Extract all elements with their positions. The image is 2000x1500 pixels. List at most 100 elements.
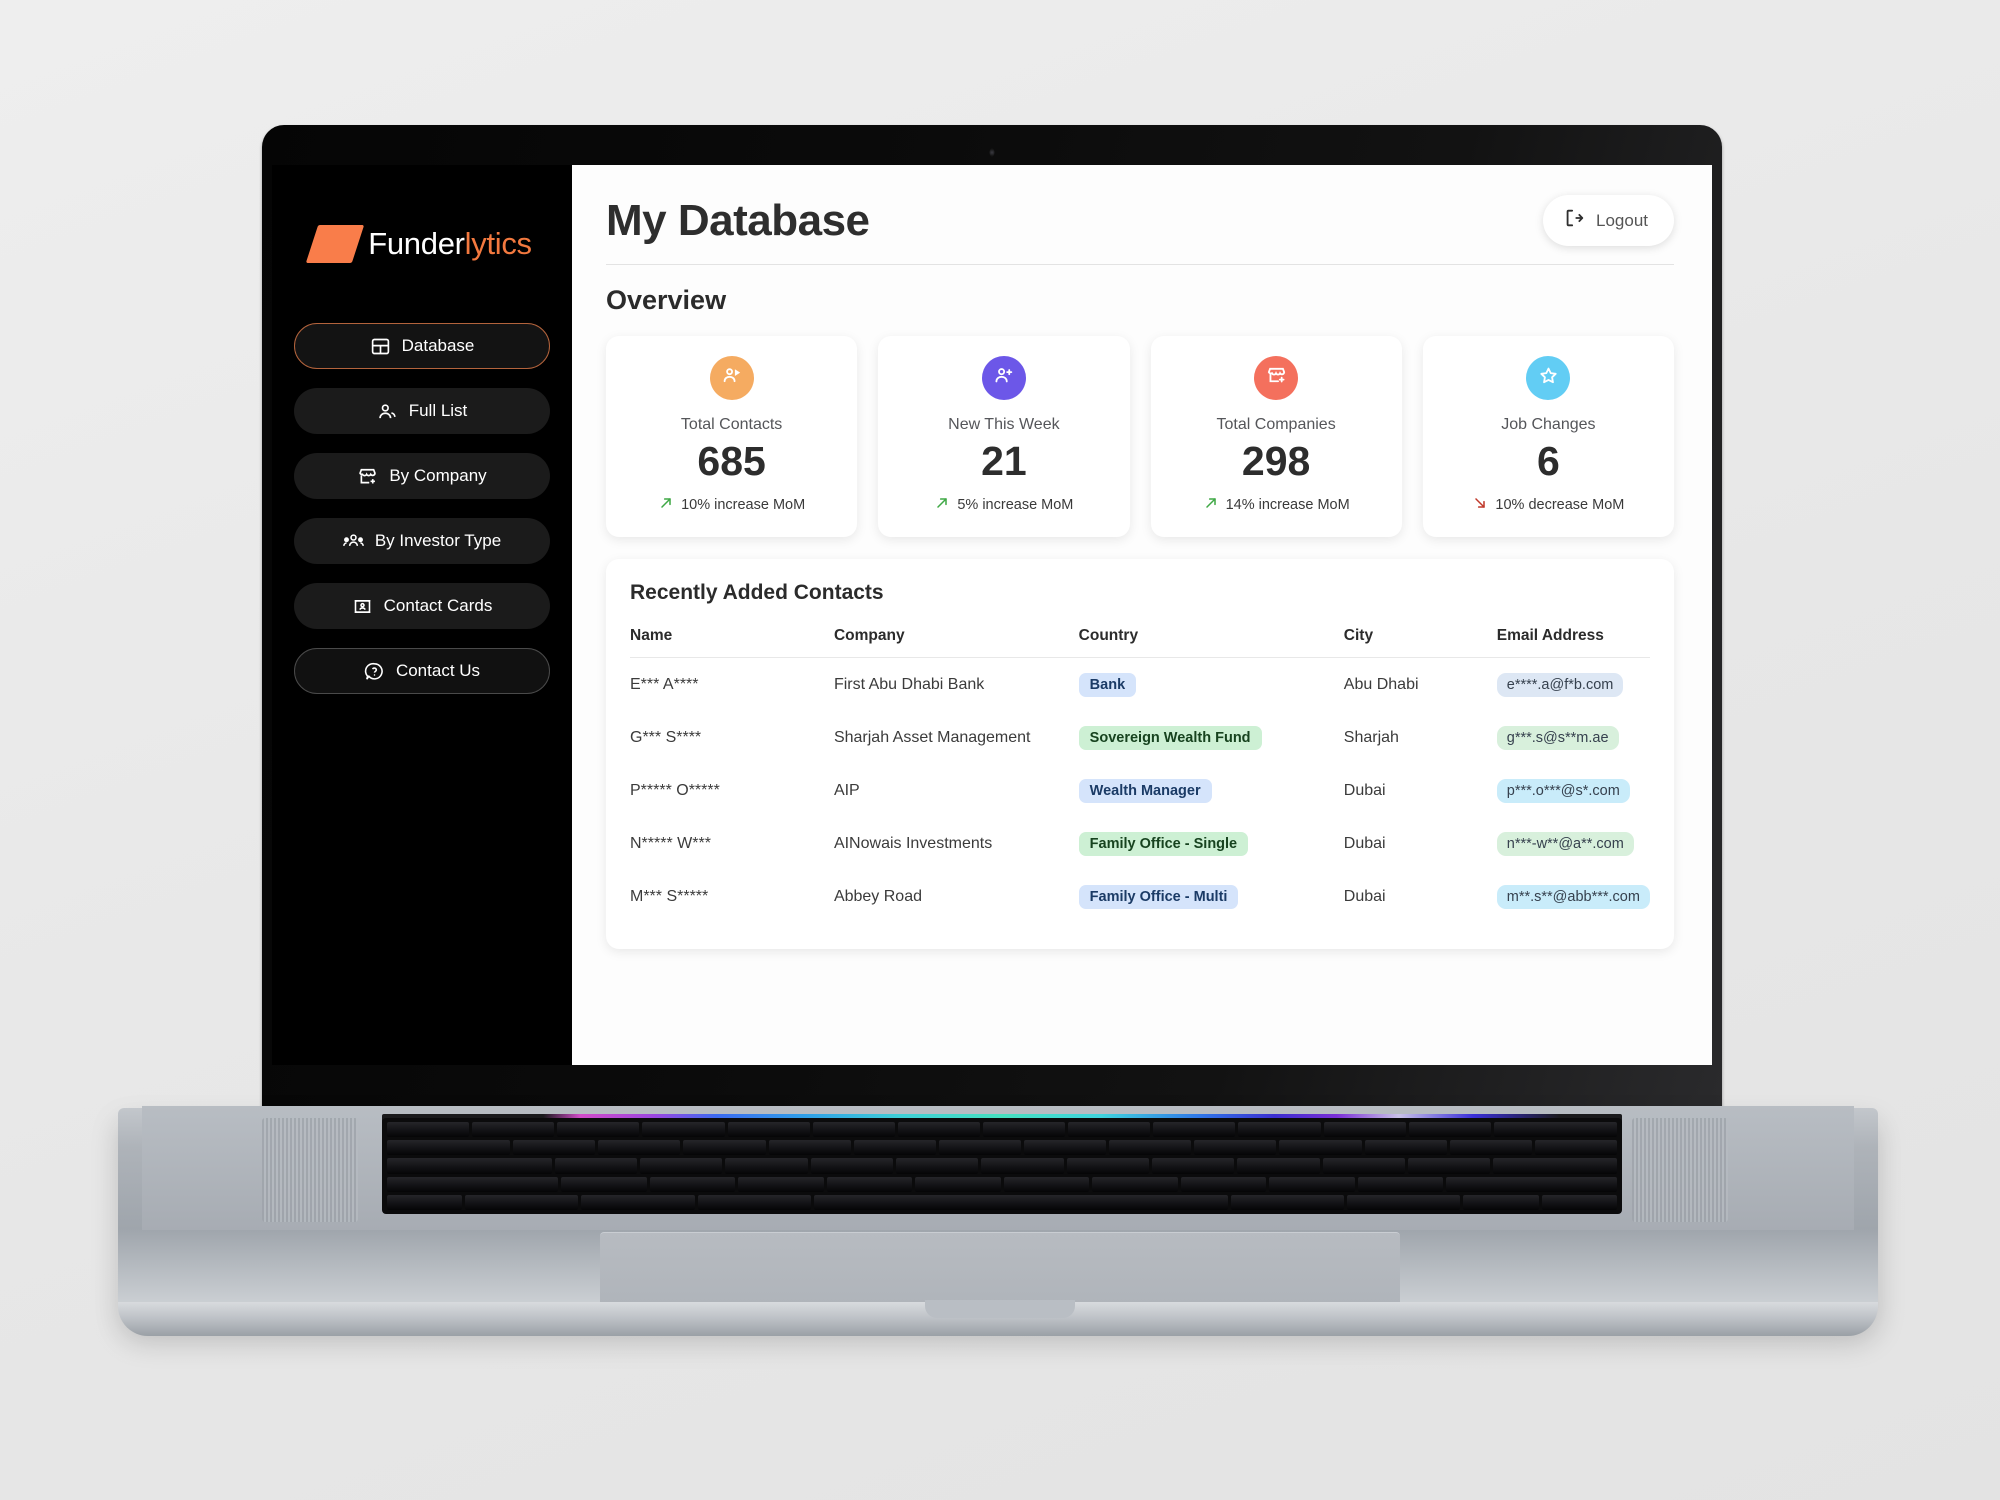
key[interactable] <box>813 1194 1229 1211</box>
key[interactable] <box>642 1122 725 1138</box>
key[interactable] <box>915 1176 1001 1192</box>
column-header-city[interactable]: City <box>1343 627 1497 659</box>
key[interactable] <box>649 1176 735 1192</box>
key[interactable] <box>1068 1122 1151 1138</box>
key[interactable] <box>1238 1122 1321 1138</box>
key[interactable] <box>472 1122 555 1138</box>
key[interactable] <box>513 1140 596 1156</box>
sidebar-item-contact-us[interactable]: Contact Us <box>294 648 550 694</box>
key[interactable] <box>1323 1122 1406 1138</box>
key[interactable] <box>1152 1158 1235 1174</box>
column-header-name[interactable]: Name <box>630 627 834 659</box>
key[interactable] <box>1493 1158 1617 1174</box>
key[interactable] <box>896 1158 979 1174</box>
key[interactable] <box>465 1194 579 1211</box>
key[interactable] <box>981 1158 1064 1174</box>
key[interactable] <box>1092 1176 1178 1192</box>
key[interactable] <box>725 1158 808 1174</box>
key[interactable] <box>1066 1158 1150 1174</box>
key[interactable] <box>598 1140 681 1156</box>
key[interactable] <box>1231 1194 1345 1211</box>
investor-type-badge: Family Office - Multi <box>1078 885 1239 910</box>
key[interactable] <box>1463 1194 1539 1211</box>
email-pill[interactable]: m**.s**@abb***.com <box>1496 885 1650 910</box>
key[interactable] <box>1109 1140 1192 1156</box>
key[interactable] <box>768 1140 851 1156</box>
key[interactable] <box>640 1158 723 1174</box>
key[interactable] <box>727 1122 810 1138</box>
cell-name: E*** A**** <box>630 676 699 694</box>
cell-type: Wealth Manager <box>1078 764 1344 817</box>
key[interactable] <box>1364 1140 1447 1156</box>
key[interactable] <box>581 1194 695 1211</box>
key[interactable] <box>1446 1176 1617 1192</box>
key[interactable] <box>1449 1140 1532 1156</box>
key[interactable] <box>1408 1158 1491 1174</box>
key[interactable] <box>1024 1140 1107 1156</box>
email-pill[interactable]: n***-w**@a**.com <box>1496 832 1634 857</box>
table-row[interactable]: P***** O***** AIP Wealth Manager Dubai p… <box>630 764 1650 817</box>
sidebar-item-database[interactable]: Database <box>294 323 550 369</box>
trend-up-icon <box>658 495 674 515</box>
key[interactable] <box>1408 1122 1491 1138</box>
card-icon-wrap <box>981 356 1026 400</box>
main-content: My Database Logout Overview Total Contac… <box>572 165 1712 1065</box>
key[interactable] <box>561 1176 647 1192</box>
key[interactable] <box>853 1140 936 1156</box>
key[interactable] <box>1357 1176 1443 1192</box>
help-circle-icon <box>364 661 385 682</box>
table-row[interactable]: M*** S***** Abbey Road Family Office - M… <box>630 870 1650 923</box>
column-header-company[interactable]: Company <box>833 627 1079 659</box>
key[interactable] <box>812 1122 895 1138</box>
key[interactable] <box>1003 1176 1089 1192</box>
store-plus-icon <box>1265 364 1288 392</box>
table-row[interactable]: E*** A**** First Abu Dhabi Bank Bank Abu… <box>630 658 1650 712</box>
key[interactable] <box>387 1176 558 1192</box>
key[interactable] <box>554 1158 638 1174</box>
key[interactable] <box>1322 1158 1406 1174</box>
column-header-email[interactable]: Email Address <box>1496 627 1650 659</box>
email-pill[interactable]: p***.o***@s*.com <box>1496 779 1630 804</box>
key[interactable] <box>1194 1140 1277 1156</box>
cell-type: Family Office - Multi <box>1078 870 1344 923</box>
key[interactable] <box>1153 1122 1236 1138</box>
key[interactable] <box>1347 1194 1461 1211</box>
key[interactable] <box>697 1194 811 1211</box>
sidebar-item-by-investor-type[interactable]: By Investor Type <box>294 518 550 564</box>
key[interactable] <box>557 1122 640 1138</box>
key[interactable] <box>1269 1176 1355 1192</box>
logout-button[interactable]: Logout <box>1543 195 1674 246</box>
table-body: E*** A**** First Abu Dhabi Bank Bank Abu… <box>630 658 1650 924</box>
sidebar-item-full-list[interactable]: Full List <box>294 388 550 434</box>
key[interactable] <box>683 1140 766 1156</box>
keyboard[interactable] <box>382 1118 1622 1214</box>
column-header-country[interactable]: Country <box>1078 627 1344 659</box>
email-pill[interactable]: g***.s@s**m.ae <box>1496 726 1619 751</box>
table-row[interactable]: N***** W*** AINowais Investments Family … <box>630 817 1650 870</box>
key[interactable] <box>897 1122 980 1138</box>
trend-up-icon <box>1203 495 1219 515</box>
key[interactable] <box>1534 1140 1618 1156</box>
key[interactable] <box>387 1194 463 1211</box>
sidebar-item-contact-cards[interactable]: Contact Cards <box>294 583 550 629</box>
email-pill[interactable]: e****.a@f*b.com <box>1496 673 1624 698</box>
key[interactable] <box>1279 1140 1362 1156</box>
key[interactable] <box>387 1122 470 1138</box>
sidebar-item-by-company[interactable]: By Company <box>294 453 550 499</box>
key[interactable] <box>982 1122 1066 1138</box>
key[interactable] <box>826 1176 912 1192</box>
key[interactable] <box>1541 1194 1617 1211</box>
key[interactable] <box>938 1140 1022 1156</box>
key[interactable] <box>1493 1122 1618 1138</box>
logout-icon <box>1563 207 1585 234</box>
logo-wordmark: Funderlytics <box>368 226 532 262</box>
key[interactable] <box>1237 1158 1320 1174</box>
key[interactable] <box>387 1140 511 1156</box>
logo-text-secondary: lytics <box>464 226 532 261</box>
key[interactable] <box>810 1158 894 1174</box>
key[interactable] <box>1180 1176 1266 1192</box>
cell-name: G*** S**** <box>630 729 702 747</box>
table-row[interactable]: G*** S**** Sharjah Asset Management Sove… <box>630 711 1650 764</box>
key[interactable] <box>387 1158 552 1174</box>
key[interactable] <box>738 1176 824 1192</box>
